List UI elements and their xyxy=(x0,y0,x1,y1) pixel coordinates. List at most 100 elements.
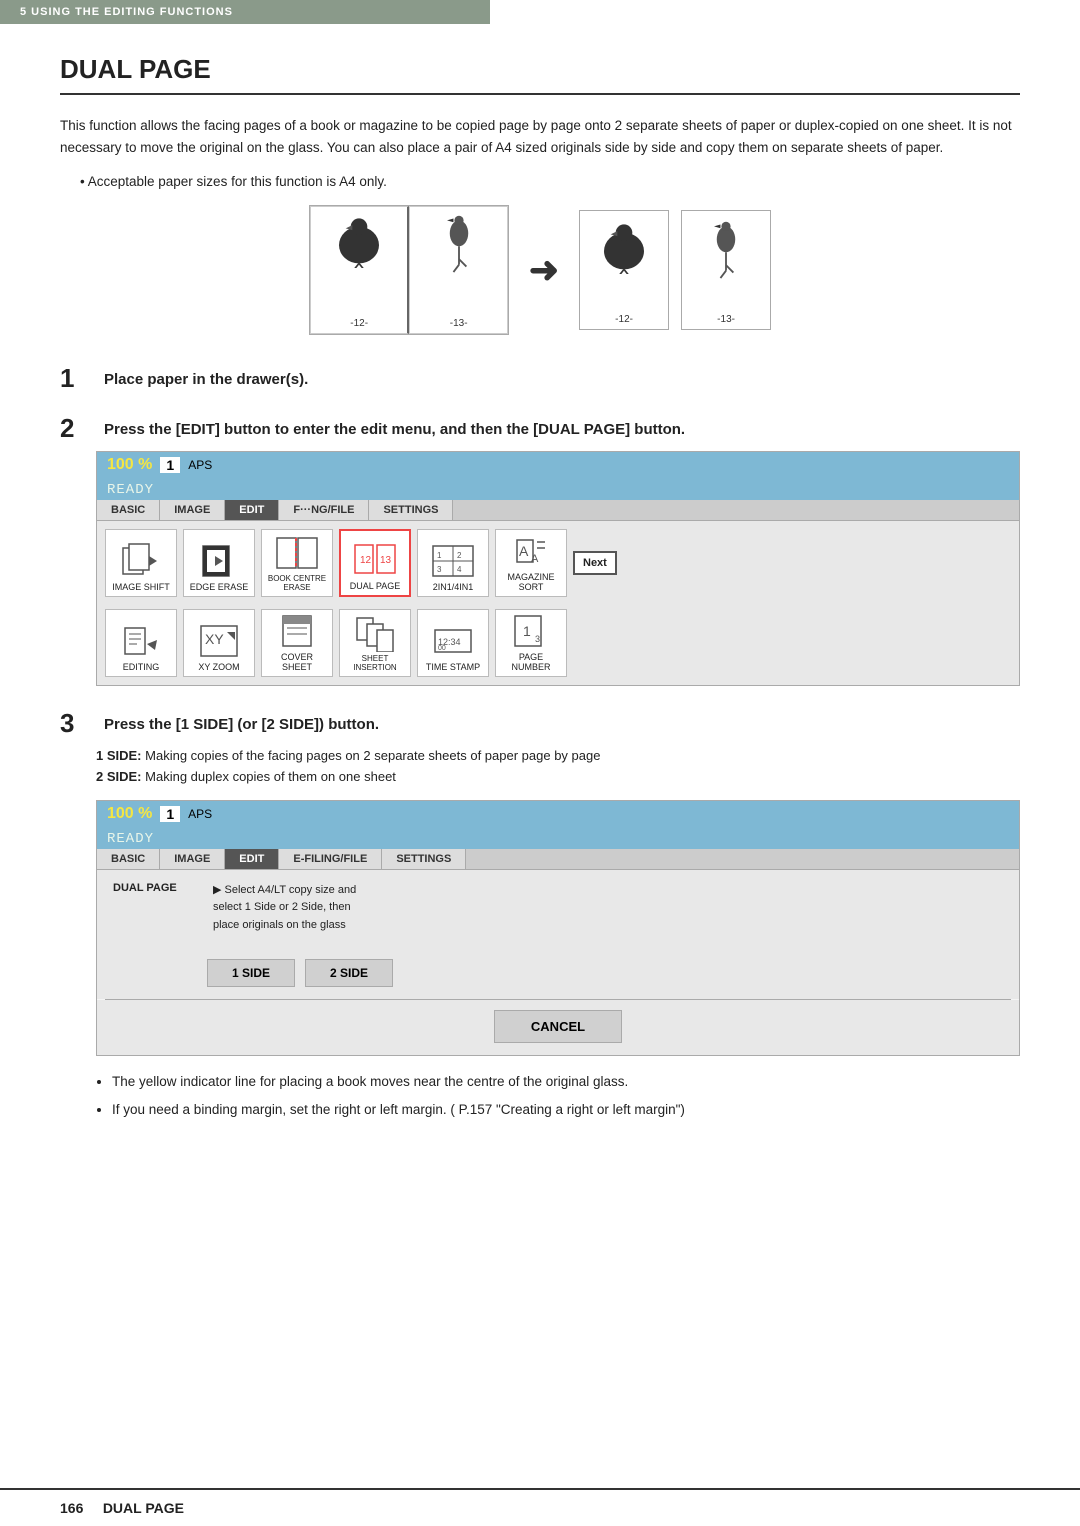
step-1-number: 1 xyxy=(60,365,96,391)
btn-page-number[interactable]: 1 3 PAGE NUMBER xyxy=(495,609,567,677)
step-1-container: 1 Place paper in the drawer(s). xyxy=(60,365,1020,391)
panel2-content: DUAL PAGE ▶ Select A4/LT copy size and s… xyxy=(97,870,1019,947)
xy-zoom-icon: XY xyxy=(197,622,241,660)
status-aps-2: APS xyxy=(188,807,212,821)
description-text: This function allows the facing pages of… xyxy=(60,115,1020,158)
svg-text:3: 3 xyxy=(437,565,442,574)
btn-image-shift[interactable]: IMAGE SHIFT xyxy=(105,529,177,597)
tab-edit-1[interactable]: EDIT xyxy=(225,500,279,520)
btn-2-side[interactable]: 2 SIDE xyxy=(305,959,393,987)
ui-panel-1: 100 % 1 APS READY BASIC IMAGE EDIT F···N… xyxy=(96,451,1020,686)
tab-filing-1[interactable]: F···NG/FILE xyxy=(279,500,369,520)
svg-text:1: 1 xyxy=(437,551,442,560)
btn-magazine-sort-label: MAGAZINE SORT xyxy=(500,572,562,592)
1side-desc: Making copies of the facing pages on 2 s… xyxy=(145,748,600,763)
step-2-container: 2 Press the [EDIT] button to enter the e… xyxy=(60,415,1020,686)
btn-dual-page[interactable]: 12 13 DUAL PAGE xyxy=(339,529,411,597)
page-number-icon: 1 3 xyxy=(509,612,553,650)
step-3-container: 3 Press the [1 SIDE] (or [2 SIDE]) butto… xyxy=(60,710,1020,1120)
step-2-number: 2 xyxy=(60,415,96,441)
2side-desc: Making duplex copies of them on one shee… xyxy=(145,769,396,784)
magazine-sort-icon: A A xyxy=(509,532,553,570)
step-2-header: 2 Press the [EDIT] button to enter the e… xyxy=(60,415,1020,441)
sheet-insertion-icon xyxy=(353,614,397,652)
btn-sheet-insertion[interactable]: SHEETINSERTION xyxy=(339,609,411,677)
2side-label: 2 SIDE: xyxy=(96,769,142,784)
single-page-13: -13- xyxy=(681,210,771,330)
btn-magazine-sort[interactable]: A A MAGAZINE SORT xyxy=(495,529,567,597)
btn-image-shift-label: IMAGE SHIFT xyxy=(112,582,170,592)
illustration-area: -12- -13- ➜ xyxy=(60,205,1020,335)
svg-text:12: 12 xyxy=(360,555,372,566)
side-buttons-container: 1 SIDE 2 SIDE xyxy=(97,947,1019,999)
btn-editing[interactable]: EDITING xyxy=(105,609,177,677)
edit-buttons-row2: EDITING XY XY ZOOM xyxy=(97,605,1019,685)
step-3-header: 3 Press the [1 SIDE] (or [2 SIDE]) butto… xyxy=(60,710,1020,736)
edit-buttons-row1: IMAGE SHIFT EDGE ERASE xyxy=(97,521,1019,605)
status-aps: APS xyxy=(188,458,212,472)
svg-text:A: A xyxy=(519,543,529,559)
arrow-icon: ➜ xyxy=(529,249,559,291)
tab-basic-1[interactable]: BASIC xyxy=(97,500,160,520)
single-num-13: -13- xyxy=(717,314,735,325)
btn-editing-label: EDITING xyxy=(123,662,160,672)
btn-2in1-4in1[interactable]: 1 2 3 4 2IN1/4IN1 xyxy=(417,529,489,597)
tab-efiling-2[interactable]: E-FILING/FILE xyxy=(279,849,382,869)
step-3-text: Press the [1 SIDE] (or [2 SIDE]) button. xyxy=(104,710,379,735)
2in1-4in1-icon: 1 2 3 4 xyxy=(431,542,475,580)
single-page-12: -12- xyxy=(579,210,669,330)
tab-image-1[interactable]: IMAGE xyxy=(160,500,225,520)
next-button[interactable]: Next xyxy=(573,551,617,575)
btn-2in1-4in1-label: 2IN1/4IN1 xyxy=(433,582,474,592)
btn-sheet-insertion-label: SHEETINSERTION xyxy=(353,654,396,672)
btn-cover-sheet[interactable]: COVER SHEET xyxy=(261,609,333,677)
btn-book-centre-erase[interactable]: BOOK CENTREERASE xyxy=(261,529,333,597)
step-2-text: Press the [EDIT] button to enter the edi… xyxy=(104,415,685,440)
status-percent: 100 % xyxy=(107,456,152,474)
step-3-notes: The yellow indicator line for placing a … xyxy=(96,1072,1020,1121)
flamingo-icon-book xyxy=(439,213,479,273)
status-bar-2: 100 % 1 APS xyxy=(97,801,1019,827)
btn-book-centre-label: BOOK CENTREERASE xyxy=(268,574,326,592)
tab-basic-2[interactable]: BASIC xyxy=(97,849,160,869)
btn-time-stamp-label: TIME STAMP xyxy=(426,662,480,672)
svg-text:00: 00 xyxy=(438,645,446,652)
btn-1-side[interactable]: 1 SIDE xyxy=(207,959,295,987)
dual-page-label: DUAL PAGE xyxy=(113,882,193,935)
blob-icon-single xyxy=(599,219,649,274)
tab-image-2[interactable]: IMAGE xyxy=(160,849,225,869)
tab-settings-2[interactable]: SETTINGS xyxy=(382,849,466,869)
book-page-right: -13- xyxy=(409,206,508,334)
book-centre-erase-icon xyxy=(275,534,319,572)
btn-edge-erase-label: EDGE ERASE xyxy=(190,582,249,592)
status-number-2: 1 xyxy=(160,806,180,822)
btn-xy-zoom-label: XY ZOOM xyxy=(198,662,239,672)
blob-icon xyxy=(334,213,384,268)
step-3-number: 3 xyxy=(60,710,96,736)
bullet-note: • Acceptable paper sizes for this functi… xyxy=(80,174,1020,189)
status-number: 1 xyxy=(160,457,180,473)
cancel-button[interactable]: CANCEL xyxy=(494,1010,622,1043)
tab-settings-1[interactable]: SETTINGS xyxy=(369,500,453,520)
cover-sheet-icon xyxy=(275,612,319,650)
page-num-right: -13- xyxy=(450,318,468,329)
status-bar-1: 100 % 1 APS xyxy=(97,452,1019,478)
book-illustration: -12- -13- xyxy=(309,205,509,335)
btn-xy-zoom[interactable]: XY XY ZOOM xyxy=(183,609,255,677)
btn-edge-erase[interactable]: EDGE ERASE xyxy=(183,529,255,597)
panel2-instruction: ▶ Select A4/LT copy size and select 1 Si… xyxy=(213,882,1003,935)
dual-page-icon: 12 13 xyxy=(353,541,397,579)
footer-page-number: 166 DUAL PAGE xyxy=(60,1500,184,1516)
flamingo-icon-single xyxy=(706,219,746,279)
svg-text:2: 2 xyxy=(457,551,462,560)
svg-text:XY: XY xyxy=(205,631,224,647)
footer: 166 DUAL PAGE xyxy=(0,1488,1080,1526)
btn-time-stamp[interactable]: 12:34 00 TIME STAMP xyxy=(417,609,489,677)
status-ready: READY xyxy=(107,482,154,498)
tab-edit-2[interactable]: EDIT xyxy=(225,849,279,869)
status-percent-2: 100 % xyxy=(107,805,152,823)
ui-tabs-2: BASIC IMAGE EDIT E-FILING/FILE SETTINGS xyxy=(97,849,1019,870)
time-stamp-icon: 12:34 00 xyxy=(431,622,475,660)
page-num-left: -12- xyxy=(350,318,368,329)
page-title: DUAL PAGE xyxy=(60,54,1020,95)
